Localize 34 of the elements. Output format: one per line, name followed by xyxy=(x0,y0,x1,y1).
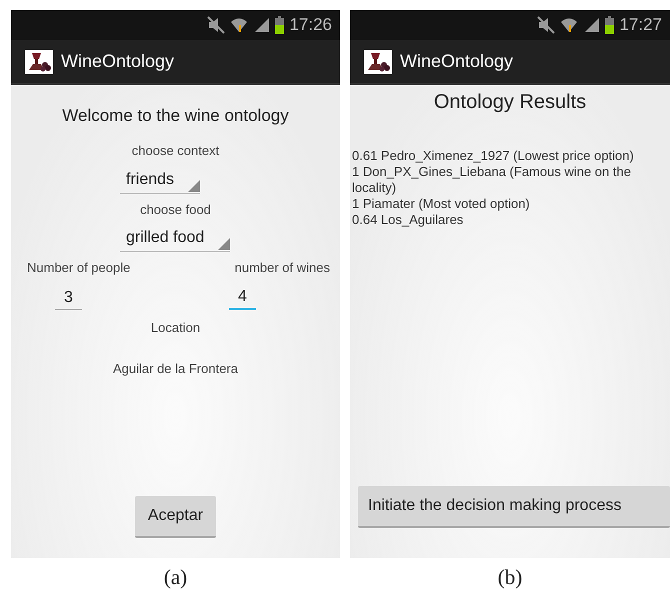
result-line: 0.64 Los_Aguilares xyxy=(352,212,464,228)
app-logo-icon xyxy=(25,50,53,74)
number-field[interactable]: 4 xyxy=(229,286,256,310)
wifi-icon xyxy=(560,16,578,34)
people-label: Number of people xyxy=(27,259,130,277)
result-line: 1 Don_PX_Gines_Liebana (Famous wine on the locality) xyxy=(352,164,632,196)
app-title: WineOntology xyxy=(400,51,514,72)
accept-button[interactable]: Aceptar xyxy=(135,496,216,538)
wines-label: number of wines xyxy=(234,259,330,277)
figure-caption: (b) xyxy=(496,565,524,590)
welcome-heading: Welcome to the wine ontology xyxy=(62,105,289,127)
signal-icon xyxy=(583,16,600,34)
context-label: choose context xyxy=(132,142,220,160)
mute-icon xyxy=(207,16,226,34)
location-value: Aguilar de la Frontera xyxy=(112,360,238,378)
decision-button[interactable]: Initiate the decision making process xyxy=(358,486,670,528)
result-line: 1 Piamater (Most voted option) xyxy=(352,196,531,212)
result-line: 0.61 Pedro_Ximenez_1927 (Lowest price option) xyxy=(352,148,635,164)
number-field[interactable]: 3 xyxy=(55,286,82,310)
results-heading: Ontology Results xyxy=(434,90,586,114)
location-label: Location xyxy=(150,319,200,337)
wifi-icon xyxy=(230,16,248,34)
status-time: 17:27 xyxy=(619,15,662,35)
food-dropdown[interactable]: grilled food xyxy=(120,225,230,252)
battery-icon xyxy=(605,16,614,34)
food-label: choose food xyxy=(140,201,211,219)
context-dropdown[interactable]: friends xyxy=(120,167,200,194)
signal-icon xyxy=(253,16,270,34)
status-time: 17:26 xyxy=(289,15,332,35)
battery-icon xyxy=(275,16,284,34)
mute-icon xyxy=(537,16,556,34)
app-logo-icon xyxy=(364,50,392,74)
figure-caption: (a) xyxy=(162,565,188,590)
app-title: WineOntology xyxy=(61,51,174,72)
